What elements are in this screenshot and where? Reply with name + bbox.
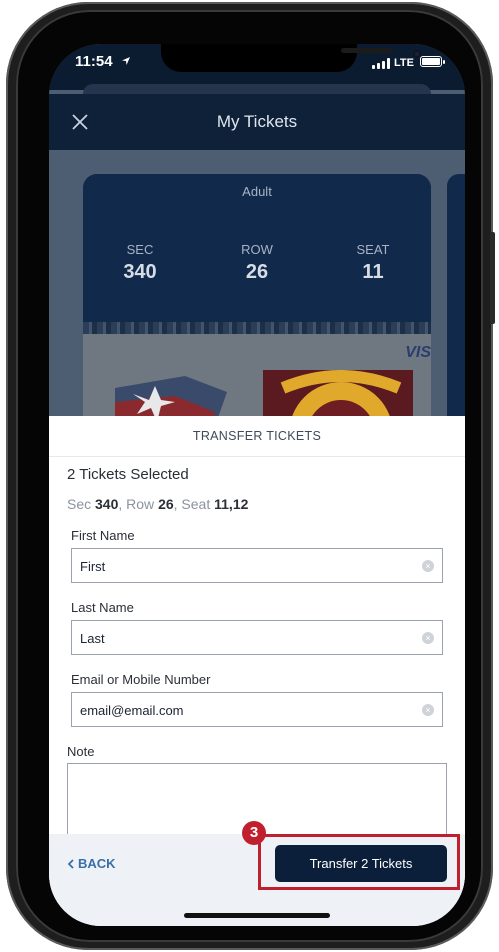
first-name-value: First (80, 559, 106, 574)
note-label: Note (67, 744, 95, 759)
clear-contact-icon[interactable]: × (422, 704, 434, 716)
summary-sec-label: Sec (67, 496, 92, 512)
network-type: LTE (394, 57, 414, 69)
page-title: My Tickets (216, 112, 298, 131)
section-value: 340 (123, 261, 157, 283)
first-name-field[interactable]: First × (71, 548, 443, 583)
signal-icon (372, 58, 390, 69)
ticket-type: Adult (242, 184, 272, 199)
phone-screen: 11:54 LTE My Tickets Adult SEC 340 ROW 2… (49, 44, 465, 926)
last-name-field[interactable]: Last × (71, 620, 443, 655)
summary-seat-value: 11,12 (214, 496, 249, 512)
status-time: 11:54 (75, 53, 113, 70)
first-name-label: First Name (71, 528, 135, 543)
contact-value: email@email.com (80, 703, 184, 718)
clear-last-name-icon[interactable]: × (422, 632, 434, 644)
notch (161, 44, 421, 72)
battery-icon (420, 56, 445, 67)
section-label: SEC (126, 242, 154, 257)
last-name-value: Last (80, 631, 105, 646)
summary-row-value: 26 (158, 496, 174, 512)
contact-label: Email or Mobile Number (71, 672, 211, 687)
seat-label: SEAT (356, 242, 390, 257)
step-highlight-box (258, 834, 460, 890)
clear-first-name-icon[interactable]: × (422, 560, 434, 572)
seat-summary: Sec 340, Row 26, Seat 11,12 (67, 496, 249, 512)
summary-seat-label: Seat (181, 496, 211, 512)
location-arrow-icon (122, 57, 130, 65)
back-label: BACK (78, 856, 116, 871)
top-nav-bar: My Tickets (49, 94, 465, 150)
power-button (490, 232, 495, 324)
row-info: ROW 26 (217, 242, 297, 284)
section-info: SEC 340 (100, 242, 180, 284)
sponsor-logo: VIS (405, 344, 431, 361)
sheet-divider (49, 456, 465, 457)
last-name-label: Last Name (71, 600, 134, 615)
summary-row-label: Row (126, 496, 155, 512)
ticket-header: Adult SEC 340 ROW 26 SEAT 11 (83, 174, 431, 332)
ticket-card[interactable]: Adult SEC 340 ROW 26 SEAT 11 VIS (83, 174, 431, 434)
home-indicator[interactable] (184, 913, 330, 918)
chevron-left-icon (67, 859, 74, 869)
seat-info: SEAT 11 (333, 242, 413, 284)
sheet-title: TRANSFER TICKETS (192, 429, 322, 443)
next-ticket-edge[interactable] (447, 174, 465, 434)
step-badge: 3 (242, 821, 266, 845)
row-value: 26 (245, 261, 269, 283)
summary-sec-value: 340 (95, 496, 119, 512)
contact-field[interactable]: email@email.com × (71, 692, 443, 727)
row-label: ROW (241, 242, 273, 257)
speaker-grille (341, 48, 393, 53)
seat-value: 11 (362, 261, 384, 283)
back-button[interactable]: BACK (67, 856, 116, 871)
tickets-selected: 2 Tickets Selected (67, 466, 189, 483)
